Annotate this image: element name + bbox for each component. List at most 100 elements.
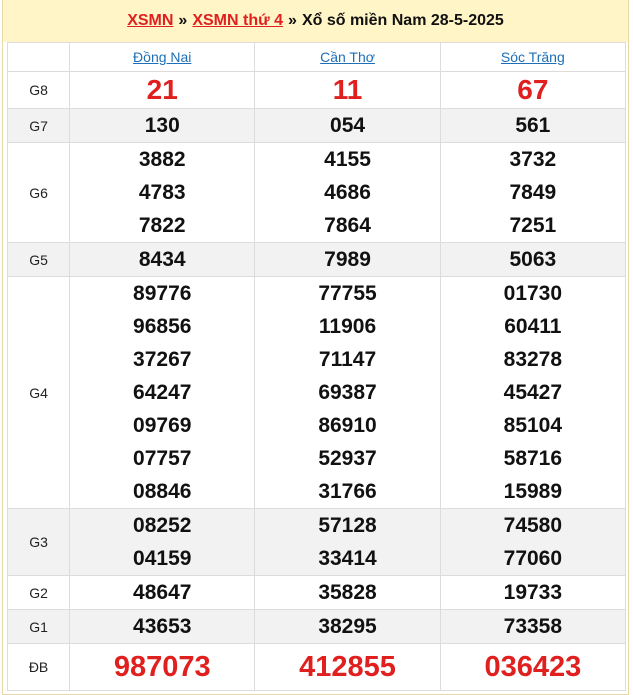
prize-cell: 3882 4783 7822 <box>69 142 256 243</box>
prize-number: 08252 <box>133 514 192 537</box>
prize-number: 561 <box>515 114 551 137</box>
province-link-dong-nai[interactable]: Đồng Nai <box>133 49 191 65</box>
prize-row-g1: G1 43653 38295 73358 <box>6 609 627 644</box>
prize-number: 7864 <box>324 214 371 237</box>
prize-number: 73358 <box>503 615 563 638</box>
province-header: Sóc Trăng <box>439 42 627 72</box>
prize-number: 130 <box>144 114 180 137</box>
prize-cell: 5063 <box>439 242 627 277</box>
prize-number: 35828 <box>318 581 377 604</box>
prize-label: G2 <box>6 575 71 610</box>
province-link-can-tho[interactable]: Cần Thơ <box>320 49 375 65</box>
prize-number: 4155 <box>324 148 371 171</box>
prize-cell: 73358 <box>439 609 627 644</box>
prize-number: 86910 <box>318 414 377 437</box>
prize-cell: 19733 <box>439 575 627 610</box>
prize-cell: 89776 96856 37267 64247 09769 07757 08846 <box>69 276 256 509</box>
prize-cell: 130 <box>69 108 256 143</box>
prize-number: 11906 <box>318 315 377 338</box>
prize-row-g3: G3 08252 04159 57128 33414 74580 77060 <box>6 508 627 576</box>
prize-number: 64247 <box>133 381 192 404</box>
prize-cell: 21 <box>69 71 256 109</box>
prize-number: 52937 <box>318 447 377 470</box>
prize-cell: 8434 <box>69 242 256 277</box>
province-header: Đồng Nai <box>69 42 256 72</box>
prize-number: 01730 <box>503 282 563 305</box>
prize-number: 43653 <box>133 615 192 638</box>
prize-label: G5 <box>6 242 71 277</box>
prize-cell: 43653 <box>69 609 256 644</box>
prize-number: 3732 <box>509 148 557 171</box>
province-header-row: Đồng Nai Cần Thơ Sóc Trăng <box>6 42 627 72</box>
prize-cell: 7989 <box>254 242 441 277</box>
prize-label: G1 <box>6 609 71 644</box>
prize-number: 21 <box>146 74 178 105</box>
prize-cell: 48647 <box>69 575 256 610</box>
prize-row-g2: G2 48647 35828 19733 <box>6 575 627 610</box>
prize-label: G7 <box>6 108 71 143</box>
prize-number: 71147 <box>318 348 377 371</box>
prize-number: 412855 <box>299 651 396 683</box>
prize-cell: 054 <box>254 108 441 143</box>
prize-label: G6 <box>6 142 71 243</box>
prize-number: 07757 <box>133 447 192 470</box>
prize-label: ĐB <box>6 643 71 691</box>
prize-number: 7251 <box>509 214 557 237</box>
prize-number: 33414 <box>318 547 377 570</box>
prize-row-g4: G4 89776 96856 37267 64247 09769 07757 08846 777… <box>6 276 627 509</box>
breadcrumb-link-xsmn[interactable]: XSMN <box>127 12 173 30</box>
prize-cell: 11 <box>254 71 441 109</box>
prize-number: 04159 <box>133 547 192 570</box>
prize-number: 8434 <box>138 248 186 271</box>
prize-row-g6: G6 3882 4783 7822 4155 4686 7864 3732 7849 7251 <box>6 142 627 243</box>
prize-number: 036423 <box>484 651 582 683</box>
prize-cell: 57128 33414 <box>254 508 441 576</box>
prize-number: 96856 <box>133 315 192 338</box>
prize-number: 74580 <box>503 514 563 537</box>
prize-number: 37267 <box>133 348 192 371</box>
prize-cell: 4155 4686 7864 <box>254 142 441 243</box>
prize-cell: 35828 <box>254 575 441 610</box>
prize-rows: G8 21 11 67 G7 130 054 561 G6 3882 4783 7822 4155 468… <box>6 71 627 691</box>
prize-cell: 036423 <box>439 643 627 691</box>
breadcrumb-separator: » <box>178 12 188 29</box>
prize-number: 09769 <box>133 414 192 437</box>
prize-number: 83278 <box>503 348 563 371</box>
prize-number: 3882 <box>138 148 186 171</box>
prize-number: 38295 <box>318 615 377 638</box>
prize-number: 5063 <box>509 248 557 271</box>
prize-number: 69387 <box>318 381 377 404</box>
province-link-soc-trang[interactable]: Sóc Trăng <box>501 49 565 65</box>
prize-number: 15989 <box>503 480 563 503</box>
page-title: Xổ số miền Nam 28-5-2025 <box>301 12 504 29</box>
prize-number: 08846 <box>133 480 192 503</box>
prize-cell: 01730 60411 83278 45427 85104 58716 15989 <box>439 276 627 509</box>
breadcrumb: XSMN » XSMN thứ 4 » Xổ số miền Nam 28-5-… <box>3 0 628 42</box>
prize-number: 4783 <box>138 181 186 204</box>
prize-number: 19733 <box>503 581 563 604</box>
prize-cell: 67 <box>439 71 627 109</box>
prize-number: 77060 <box>503 547 563 570</box>
breadcrumb-link-xsmn-thu-4[interactable]: XSMN thứ 4 <box>192 12 283 30</box>
prize-number: 48647 <box>133 581 192 604</box>
prize-cell: 3732 7849 7251 <box>439 142 627 243</box>
province-header: Cần Thơ <box>254 42 441 72</box>
prize-number: 60411 <box>504 315 562 338</box>
prize-number: 89776 <box>133 282 192 305</box>
results-panel: XSMN » XSMN thứ 4 » Xổ số miền Nam 28-5-… <box>2 0 629 695</box>
prize-number: 77755 <box>318 282 377 305</box>
prize-row-g7: G7 130 054 561 <box>6 108 627 143</box>
prize-number: 7849 <box>509 181 557 204</box>
prize-cell: 74580 77060 <box>439 508 627 576</box>
breadcrumb-separator: » <box>288 12 297 29</box>
prize-cell: 77755 11906 71147 69387 86910 52937 31766 <box>254 276 441 509</box>
results-table: Đồng Nai Cần Thơ Sóc Trăng G8 21 11 67 G7 130… <box>6 42 627 691</box>
prize-number: 054 <box>330 114 366 137</box>
prize-label: G3 <box>6 508 71 576</box>
prize-row-g8: G8 21 11 67 <box>6 71 627 109</box>
prize-number: 57128 <box>318 514 377 537</box>
prize-cell: 987073 <box>69 643 256 691</box>
prize-number: 31766 <box>318 480 377 503</box>
prize-cell: 561 <box>439 108 627 143</box>
prize-number: 67 <box>517 74 549 105</box>
